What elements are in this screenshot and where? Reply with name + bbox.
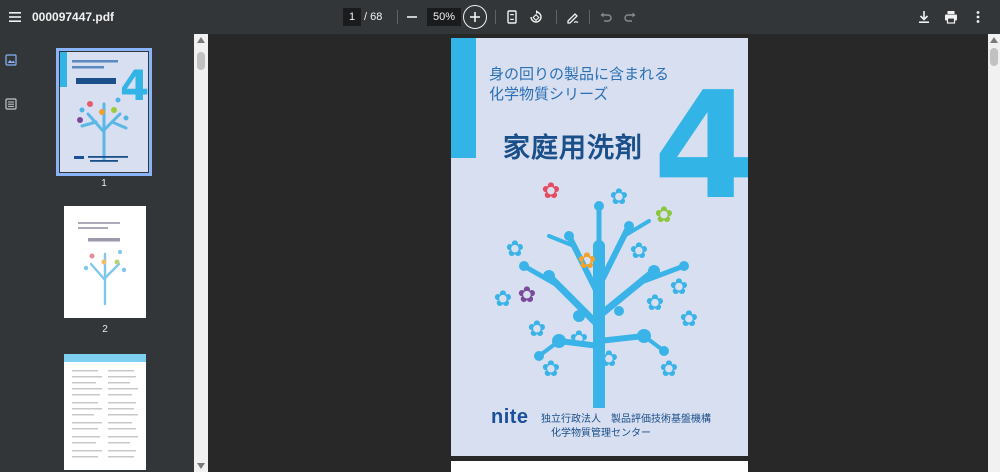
- svg-text:✿: ✿: [630, 239, 648, 264]
- thumbnail-page-1[interactable]: 4 1: [56, 48, 152, 189]
- svg-text:✿: ✿: [506, 237, 524, 262]
- thumbnail-image: [64, 354, 146, 470]
- svg-text:✿: ✿: [570, 327, 588, 352]
- thumbnail-sidebar: 4 1 2: [22, 34, 194, 472]
- svg-text:4: 4: [120, 61, 148, 110]
- sidebar-scrollbar[interactable]: [194, 34, 208, 472]
- sidebar-rail: [0, 34, 22, 472]
- scroll-down-arrow-icon[interactable]: [197, 463, 205, 469]
- page-total: / 68: [364, 11, 383, 23]
- minus-icon: [407, 16, 417, 18]
- organization-name: 独立行政法人 製品評価技術基盤機構: [541, 414, 711, 425]
- svg-text:✿: ✿: [600, 347, 618, 372]
- undo-button[interactable]: [593, 0, 619, 34]
- svg-text:✿: ✿: [518, 283, 536, 308]
- svg-text:✿: ✿: [578, 249, 596, 274]
- download-icon: [919, 11, 929, 23]
- zoom-out-button[interactable]: [399, 0, 425, 34]
- menu-icon: [9, 12, 21, 22]
- toolbar-divider: [495, 10, 496, 24]
- zoom-input[interactable]: 50%: [427, 8, 461, 26]
- pdf-toolbar: 000097447.pdf 1 / 68 50%: [0, 0, 1000, 34]
- cover-main-title: 家庭用洗剤: [503, 133, 643, 164]
- file-title: 000097447.pdf: [32, 10, 115, 24]
- scroll-up-arrow-icon[interactable]: [197, 37, 205, 43]
- svg-text:✿: ✿: [542, 357, 560, 382]
- print-button[interactable]: [938, 0, 964, 34]
- print-icon: [945, 11, 957, 24]
- outline-view-button[interactable]: [3, 96, 19, 112]
- thumbnail-page-2[interactable]: 2: [64, 206, 146, 335]
- tree-illustration: ✿ ✿ ✿ ✿ ✿ ✿ ✿ ✿ ✿ ✿ ✿ ✿ ✿ ✿ ✿ ✿: [494, 179, 698, 408]
- viewer-scrollbar[interactable]: [988, 34, 1000, 472]
- thumbnail-image: 4: [56, 48, 152, 176]
- fit-page-button[interactable]: [499, 0, 525, 34]
- svg-text:✿: ✿: [680, 307, 698, 332]
- fit-page-icon: [507, 10, 517, 24]
- page-3-thumbnail-graphic: [64, 354, 146, 458]
- toolbar-divider: [589, 10, 590, 24]
- scroll-up-arrow-icon[interactable]: [990, 37, 998, 43]
- thumbnail-image: [64, 206, 146, 318]
- zoom-in-button[interactable]: [462, 0, 488, 34]
- svg-text:✿: ✿: [494, 287, 512, 312]
- redo-icon: [624, 12, 636, 22]
- download-button[interactable]: [911, 0, 937, 34]
- sidebar-scrollbar-thumb[interactable]: [197, 52, 205, 70]
- undo-icon: [600, 12, 612, 22]
- image-icon: [5, 54, 17, 66]
- page-2-thumbnail-graphic: [78, 222, 127, 306]
- annotate-button[interactable]: [560, 0, 586, 34]
- thumbnail-label: 1: [101, 178, 107, 189]
- organization-center: 化学物質管理センター: [551, 428, 651, 439]
- viewer-scrollbar-thumb[interactable]: [990, 48, 998, 66]
- rotate-button[interactable]: [523, 0, 549, 34]
- pdf-page-2: [451, 461, 748, 472]
- menu-button[interactable]: [2, 0, 28, 34]
- pdf-page-1: 身の回りの製品に含まれる 化学物質シリーズ 4 家庭用洗剤 ✿ ✿ ✿ ✿ ✿ …: [451, 38, 748, 456]
- nite-logo: nite: [491, 406, 529, 428]
- svg-text:✿: ✿: [528, 317, 546, 342]
- more-actions-button[interactable]: [965, 0, 991, 34]
- pen-icon: [567, 13, 579, 24]
- thumbnails-view-button[interactable]: [3, 52, 19, 68]
- more-vert-icon: [976, 11, 980, 23]
- svg-text:✿: ✿: [670, 275, 688, 300]
- svg-text:✿: ✿: [655, 203, 673, 228]
- cover-thumbnail-graphic: 4: [60, 52, 148, 162]
- svg-text:✿: ✿: [660, 357, 678, 382]
- cover-subtitle-line2: 化学物質シリーズ: [489, 85, 609, 103]
- page-number-input[interactable]: 1: [343, 8, 361, 26]
- outline-icon: [5, 98, 17, 110]
- thumbnail-page-3[interactable]: [64, 354, 146, 470]
- svg-text:✿: ✿: [610, 185, 628, 210]
- document-viewer: 身の回りの製品に含まれる 化学物質シリーズ 4 家庭用洗剤 ✿ ✿ ✿ ✿ ✿ …: [210, 34, 988, 472]
- thumbnail-label: 2: [102, 324, 108, 335]
- cover-accent-bar: [451, 38, 476, 158]
- rotate-icon: [530, 10, 542, 23]
- svg-text:✿: ✿: [646, 291, 664, 316]
- toolbar-divider: [556, 10, 557, 24]
- redo-button[interactable]: [617, 0, 643, 34]
- svg-text:✿: ✿: [542, 179, 560, 204]
- plus-icon: [470, 12, 480, 22]
- cover-subtitle-line1: 身の回りの製品に含まれる: [489, 65, 670, 83]
- toolbar-divider: [397, 10, 398, 24]
